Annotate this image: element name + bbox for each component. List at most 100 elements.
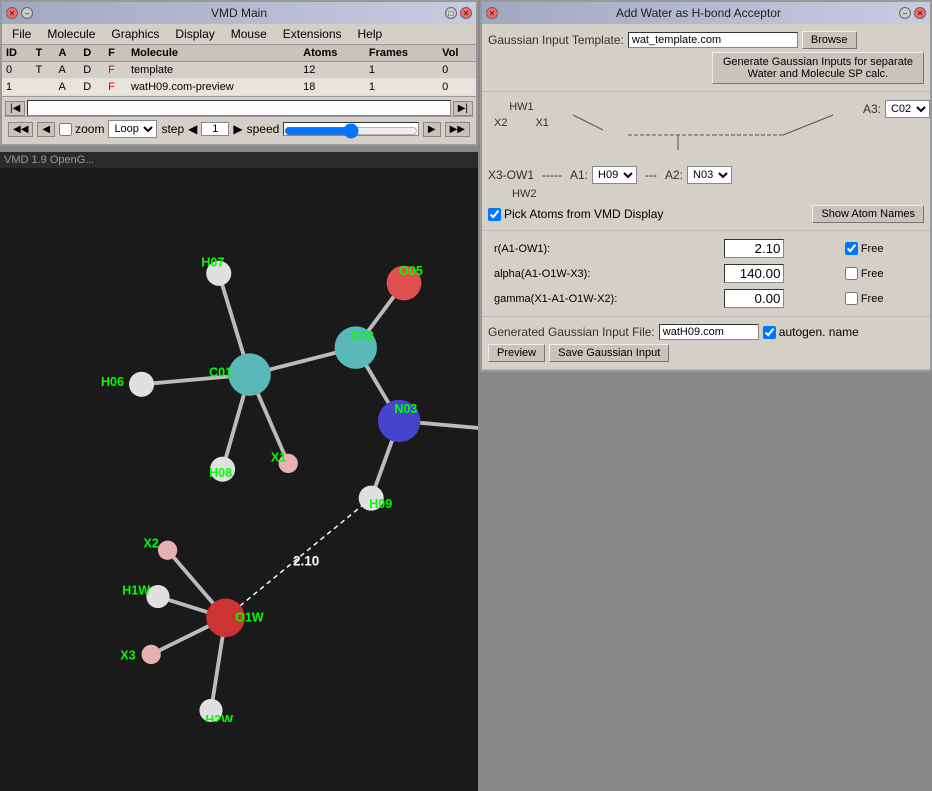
close-btn-aw[interactable]: ✕ — [486, 7, 498, 19]
label-O05: O05 — [399, 264, 423, 278]
a3-label: A3: — [863, 102, 881, 116]
label-X3: X3 — [120, 648, 135, 662]
menu-extensions[interactable]: Extensions — [275, 25, 350, 43]
close-btn-vmd[interactable]: ✕ — [6, 7, 18, 19]
vmd-viewport: VMD 1.9 OpenG... — [0, 152, 478, 791]
pick-atoms-text: Pick Atoms from VMD Display — [504, 207, 663, 221]
r-free-label[interactable]: Free — [845, 242, 918, 255]
pick-atoms-checkbox[interactable] — [488, 208, 501, 221]
label-H08: H08 — [209, 466, 232, 480]
geometry-section: HW1 X2 X1 — [482, 92, 930, 231]
minimize-btn-vmd[interactable]: – — [21, 7, 33, 19]
label-H07: H07 — [201, 256, 224, 270]
preview-button[interactable]: Preview — [488, 344, 545, 362]
label-X1: X1 — [271, 450, 286, 464]
params-section: r(A1-OW1): Free alpha(A1-O1W-X3): Free — [482, 231, 930, 317]
label-H09: H09 — [369, 497, 392, 511]
play-end-btn[interactable]: ▶▶ — [445, 122, 470, 137]
vmd-main-titlebar: ✕ – VMD Main □ ✕ — [2, 2, 476, 24]
atom-H06 — [129, 372, 154, 397]
gamma-value-input[interactable] — [724, 289, 784, 308]
loop-select[interactable]: Loop — [108, 120, 157, 138]
menu-graphics[interactable]: Graphics — [103, 25, 167, 43]
add-water-titlebar: ✕ Add Water as H-bond Acceptor – ✕ — [482, 2, 930, 24]
hw1-label: HW1 — [505, 100, 537, 114]
col-t: T — [32, 45, 55, 62]
row1-vol: 0 — [438, 79, 476, 96]
row1-id: 1 — [2, 79, 32, 96]
add-water-win-buttons[interactable]: ✕ — [486, 7, 498, 19]
generated-section: Generated Gaussian Input File: autogen. … — [482, 317, 930, 370]
zoom-checkbox[interactable] — [59, 123, 72, 136]
col-atoms: Atoms — [299, 45, 365, 62]
close-btn-aw2[interactable]: ✕ — [914, 7, 926, 19]
atom-X3 — [142, 645, 161, 664]
vmd-main-window: ✕ – VMD Main □ ✕ File Molecule Graphics … — [0, 0, 478, 146]
frame-end-btn[interactable]: ▶| — [453, 101, 473, 116]
gamma-free-label[interactable]: Free — [845, 292, 918, 305]
alpha-free-checkbox[interactable] — [845, 267, 858, 280]
speed-slider[interactable] — [284, 123, 418, 139]
col-molecule: Molecule — [127, 45, 299, 62]
param-gamma-row: gamma(X1-A1-O1W-X2): Free — [490, 287, 922, 310]
autoname-label[interactable]: autogen. name — [763, 325, 859, 339]
label-H1W: H1W — [122, 584, 150, 598]
zoom-label[interactable]: zoom — [59, 122, 104, 136]
autoname-checkbox[interactable] — [763, 326, 776, 339]
generated-label: Generated Gaussian Input File: — [488, 325, 655, 339]
bonds — [142, 273, 478, 710]
row1-f: F — [104, 79, 127, 96]
menu-molecule[interactable]: Molecule — [39, 25, 103, 43]
step-input[interactable] — [201, 122, 229, 136]
atom-X2 — [158, 541, 177, 560]
alpha-free-label[interactable]: Free — [845, 267, 918, 280]
table-row[interactable]: 0 T A D F template 12 1 0 — [2, 62, 476, 79]
geometry-diagram — [563, 100, 863, 160]
frame-start-btn[interactable]: |◀ — [5, 101, 25, 116]
menu-help[interactable]: Help — [350, 25, 391, 43]
alpha-label: alpha(A1-O1W-X3): — [494, 268, 590, 280]
dashes2: --- — [645, 168, 657, 182]
template-input[interactable]: wat_template.com — [628, 32, 798, 48]
a1-label: A1: — [570, 168, 588, 182]
menu-display[interactable]: Display — [167, 25, 222, 43]
save-gaussian-button[interactable]: Save Gaussian Input — [549, 344, 669, 362]
speed-label: speed — [247, 122, 280, 136]
close-btn-vmd2[interactable]: ✕ — [460, 7, 472, 19]
a3-select[interactable]: C02 C01 N03 — [885, 100, 930, 118]
maximize-btn-vmd[interactable]: □ — [445, 7, 457, 19]
r-free-checkbox[interactable] — [845, 242, 858, 255]
play-fwd-btn[interactable]: ▶ — [423, 122, 441, 137]
vmd-main-title: VMD Main — [211, 6, 267, 20]
menu-mouse[interactable]: Mouse — [223, 25, 275, 43]
row1-frames: 1 — [365, 79, 438, 96]
generate-button[interactable]: Generate Gaussian Inputs for separate Wa… — [712, 52, 924, 84]
alpha-value-input[interactable] — [724, 264, 784, 283]
pick-atoms-label[interactable]: Pick Atoms from VMD Display — [488, 207, 663, 221]
table-row[interactable]: 1 A D F watH09.com-preview 18 1 0 — [2, 79, 476, 96]
a1-select[interactable]: H09 H07 H08 H10 — [592, 166, 637, 184]
play-prev-btn[interactable]: ◀ — [37, 122, 55, 137]
row0-d: D — [79, 62, 104, 79]
frame-slider[interactable] — [28, 101, 449, 115]
row0-f: F — [104, 62, 127, 79]
minimize-btn-aw[interactable]: – — [899, 7, 911, 19]
menu-file[interactable]: File — [4, 25, 39, 43]
show-atom-names-button[interactable]: Show Atom Names — [812, 205, 924, 223]
gamma-free-checkbox[interactable] — [845, 292, 858, 305]
a2-label: A2: — [665, 168, 683, 182]
template-section: Gaussian Input Template: wat_template.co… — [482, 24, 930, 92]
a2-select[interactable]: N03 C01 C02 C04 — [687, 166, 732, 184]
play-back-btn[interactable]: ◀◀ — [8, 122, 33, 137]
add-water-window: ✕ Add Water as H-bond Acceptor – ✕ Gauss… — [480, 0, 932, 372]
generated-input[interactable] — [659, 324, 759, 340]
label-C02: C02 — [351, 329, 374, 343]
vmd-main-win-buttons[interactable]: ✕ – — [6, 7, 33, 19]
r-value-input[interactable] — [724, 239, 784, 258]
label-C01: C01 — [209, 366, 232, 380]
browse-button[interactable]: Browse — [802, 31, 857, 49]
molecule-svg: 2.10 C01 C02 O05 N03 C04 H07 H06 H08 X1 … — [0, 172, 478, 722]
row0-t: T — [32, 62, 55, 79]
viewport-title: VMD 1.9 OpenG... — [0, 152, 478, 168]
label-H06: H06 — [101, 375, 124, 389]
